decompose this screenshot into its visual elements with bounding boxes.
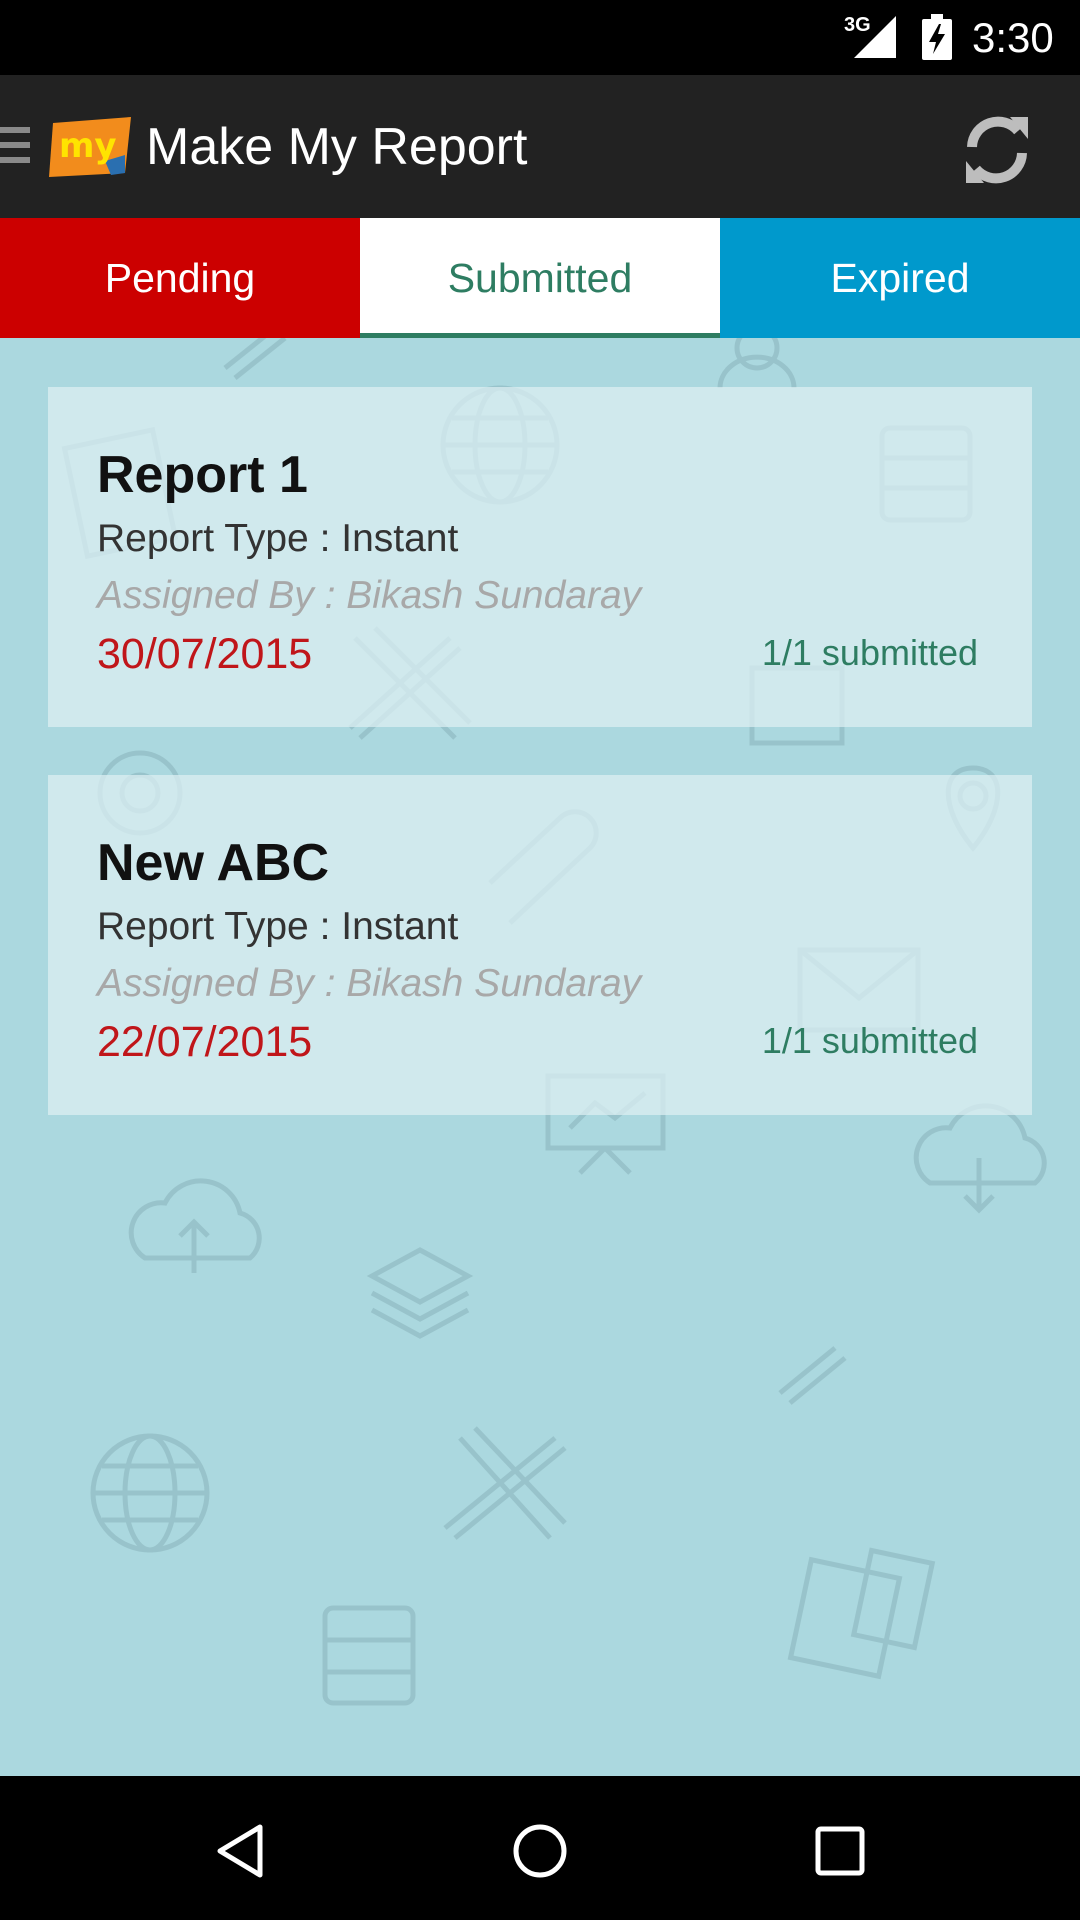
- tab-submitted[interactable]: Submitted: [360, 218, 720, 338]
- cabinet-icon: [322, 1605, 416, 1706]
- signal-icon: [854, 16, 896, 58]
- tab-submitted-label: Submitted: [447, 254, 633, 301]
- layers-icon: [366, 1247, 474, 1339]
- cloud-download-icon: [913, 1103, 1047, 1214]
- tab-expired-label: Expired: [830, 254, 970, 301]
- app-bar: my Make My Report: [0, 75, 1080, 218]
- tab-bar: Pending Submitted Expired: [0, 218, 1080, 338]
- refresh-icon[interactable]: [956, 109, 1038, 191]
- report-title: New ABC: [97, 834, 330, 892]
- report-status: 1/1 submitted: [761, 632, 978, 673]
- report-card[interactable]: Report 1 Report Type : Instant Assigned …: [48, 387, 1032, 727]
- app-logo: my: [49, 117, 131, 177]
- ruler-pencil-icon: [443, 1426, 567, 1540]
- clock: 3:30: [972, 14, 1054, 61]
- svg-text:my: my: [59, 126, 117, 166]
- cloud-upload-icon: [128, 1178, 262, 1273]
- battery-charging-icon: [922, 14, 952, 60]
- report-type: Report Type : Instant: [97, 517, 459, 560]
- report-date: 30/07/2015: [97, 630, 313, 678]
- tab-expired[interactable]: Expired: [720, 218, 1080, 338]
- system-nav-bar: [0, 1776, 1080, 1920]
- globe-icon: [90, 1433, 210, 1553]
- report-list[interactable]: Report 1 Report Type : Instant Assigned …: [0, 338, 1080, 1776]
- tab-pending-label: Pending: [104, 254, 256, 301]
- tab-pending[interactable]: Pending: [0, 218, 360, 338]
- pencil-icon: [778, 1346, 847, 1405]
- app-title: Make My Report: [146, 118, 528, 176]
- pencil-icon: [223, 338, 287, 380]
- report-date: 22/07/2015: [97, 1018, 313, 1066]
- home-icon[interactable]: [500, 1816, 580, 1886]
- report-status: 1/1 submitted: [761, 1020, 978, 1061]
- report-assigned-by: Assigned By : Bikash Sundaray: [97, 574, 642, 617]
- recents-icon[interactable]: [800, 1816, 880, 1886]
- report-title: Report 1: [97, 446, 308, 504]
- user-icon: [717, 338, 797, 389]
- report-assigned-by: Assigned By : Bikash Sundaray: [97, 962, 642, 1005]
- menu-icon[interactable]: [0, 127, 30, 167]
- report-card[interactable]: New ABC Report Type : Instant Assigned B…: [48, 775, 1032, 1115]
- report-type: Report Type : Instant: [97, 905, 459, 948]
- status-bar: 3G 3:30: [0, 0, 1080, 75]
- documents-icon: [787, 1547, 936, 1680]
- back-icon[interactable]: [200, 1816, 280, 1886]
